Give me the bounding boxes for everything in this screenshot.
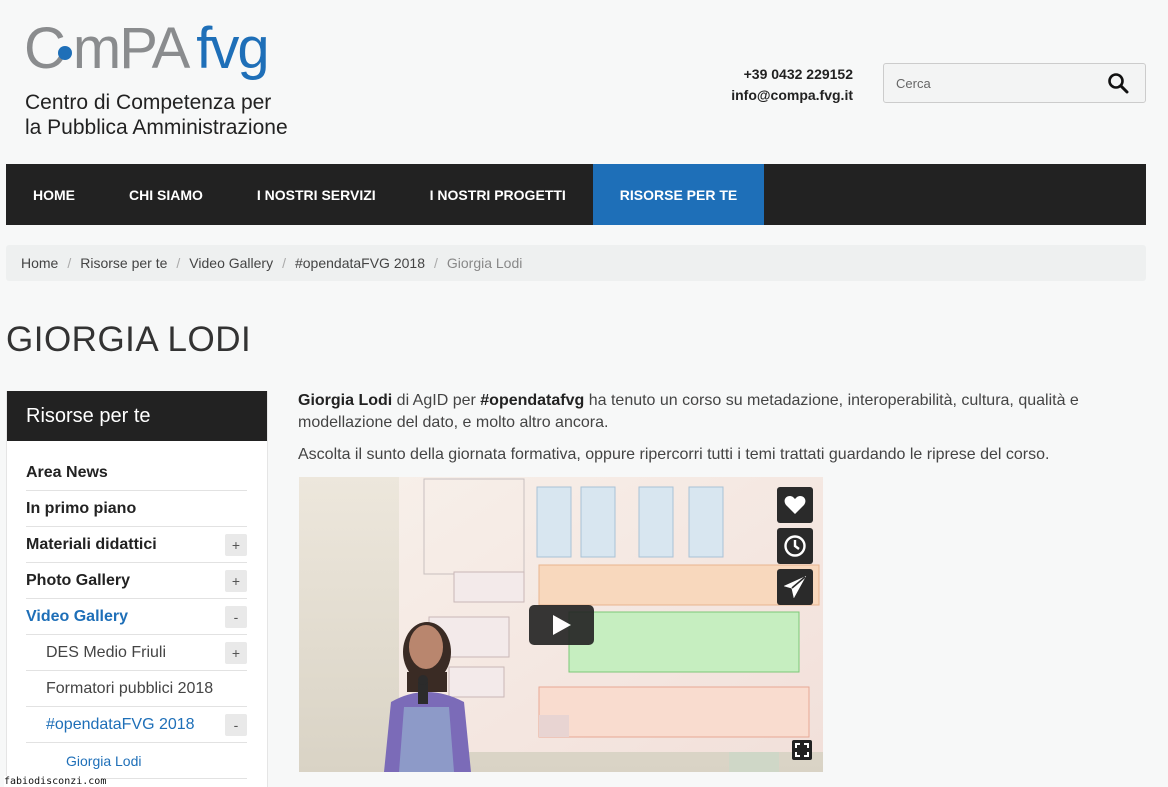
- nav-chi-siamo[interactable]: CHI SIAMO: [102, 164, 230, 225]
- page-title: GIORGIA LODI: [6, 320, 252, 359]
- share-button[interactable]: [777, 569, 813, 605]
- contact-phone[interactable]: +39 0432 229152: [731, 64, 853, 85]
- sidebar-heading: Risorse per te: [7, 391, 267, 441]
- sidebar-item-photo-gallery[interactable]: Photo Gallery +: [26, 563, 247, 599]
- sidebar-item-label: Video Gallery: [26, 607, 128, 625]
- search-box: [883, 63, 1146, 103]
- video-player[interactable]: [299, 477, 823, 772]
- expand-toggle-button[interactable]: +: [225, 534, 247, 556]
- breadcrumb-opendata[interactable]: #opendataFVG 2018: [295, 255, 425, 271]
- search-button[interactable]: [1107, 72, 1129, 94]
- logo-wordmark: CmPA fvg: [24, 20, 270, 78]
- nav-risorse[interactable]: RISORSE PER TE: [592, 164, 765, 225]
- sidebar-item-label: #opendataFVG 2018: [46, 715, 195, 733]
- breadcrumb-current: Giorgia Lodi: [446, 255, 523, 271]
- main-nav: HOME CHI SIAMO I NOSTRI SERVIZI I NOSTRI…: [6, 164, 1146, 225]
- hashtag: #opendatafvg: [480, 392, 585, 409]
- logo-subtitle-line1: Centro di Competenza per: [25, 91, 272, 114]
- breadcrumb-risorse[interactable]: Risorse per te: [80, 255, 167, 271]
- send-icon: [784, 576, 806, 598]
- sidebar-item-label: Area News: [26, 463, 108, 481]
- expand-toggle-button[interactable]: +: [225, 570, 247, 592]
- nav-progetti[interactable]: I NOSTRI PROGETTI: [403, 164, 593, 225]
- breadcrumb-separator: /: [176, 255, 181, 271]
- contact-email[interactable]: info@compa.fvg.it: [731, 85, 853, 106]
- collapse-toggle-button[interactable]: -: [225, 606, 247, 628]
- collapse-toggle-button[interactable]: -: [225, 714, 247, 736]
- logo-part-mpa: mPA: [72, 16, 190, 81]
- sidebar-item-formatori[interactable]: Formatori pubblici 2018: [26, 671, 247, 707]
- play-icon: [552, 615, 571, 635]
- sidebar-item-video-gallery[interactable]: Video Gallery -: [26, 599, 247, 635]
- breadcrumb-home[interactable]: Home: [21, 255, 58, 271]
- logo-part-c: C: [24, 16, 66, 81]
- watch-later-button[interactable]: [777, 528, 813, 564]
- sidebar-item-giorgia-lodi[interactable]: Giorgia Lodi: [26, 743, 247, 779]
- breadcrumb-video-gallery[interactable]: Video Gallery: [189, 255, 273, 271]
- watermark-text: fabiodisconzi.com: [4, 776, 107, 787]
- site-logo[interactable]: CmPA fvg Centro di Competenza per la Pubb…: [24, 20, 324, 145]
- search-icon: [1108, 73, 1129, 94]
- play-button[interactable]: [529, 605, 594, 645]
- logo-subtitle: Centro di Competenza per la Pubblica Amm…: [25, 90, 288, 140]
- sidebar-item-in-primo-piano[interactable]: In primo piano: [26, 491, 247, 527]
- sidebar-item-label: Photo Gallery: [26, 571, 131, 589]
- expand-toggle-button[interactable]: +: [225, 642, 247, 664]
- sidebar-item-label: In primo piano: [26, 499, 137, 517]
- heart-icon: [784, 496, 806, 514]
- fullscreen-icon: [795, 743, 809, 757]
- clock-icon: [784, 535, 806, 557]
- page: CmPA fvg Centro di Competenza per la Pubb…: [0, 0, 1168, 787]
- sidebar-item-area-news[interactable]: Area News: [26, 455, 247, 491]
- nav-home[interactable]: HOME: [6, 164, 102, 225]
- header-contacts: +39 0432 229152 info@compa.fvg.it: [731, 64, 853, 106]
- speaker-name: Giorgia Lodi: [298, 392, 393, 409]
- like-button[interactable]: [777, 487, 813, 523]
- breadcrumb: Home / Risorse per te / Video Gallery / …: [6, 245, 1146, 281]
- sidebar-item-label: Materiali didattici: [26, 535, 157, 553]
- sidebar-item-materiali[interactable]: Materiali didattici +: [26, 527, 247, 563]
- article-paragraph-2: Ascolta il sunto della giornata formativ…: [298, 446, 1050, 463]
- logo-subtitle-line2: la Pubblica Amministrazione: [25, 116, 288, 139]
- breadcrumb-separator: /: [282, 255, 286, 271]
- nav-servizi[interactable]: I NOSTRI SERVIZI: [230, 164, 403, 225]
- text-span: di AgID per: [392, 392, 481, 409]
- search-input[interactable]: [884, 64, 1094, 102]
- sidebar-item-label: DES Medio Friuli: [46, 643, 167, 661]
- breadcrumb-separator: /: [67, 255, 72, 271]
- article-body: Giorgia Lodi di AgID per #opendatafvg ha…: [298, 390, 1128, 476]
- logo-part-fvg: fvg: [196, 16, 269, 81]
- article-paragraph-1: Giorgia Lodi di AgID per #opendatafvg ha…: [298, 390, 1128, 434]
- sidebar-item-opendatafvg[interactable]: #opendataFVG 2018 -: [26, 707, 247, 743]
- sidebar: Risorse per te Area News In primo piano …: [6, 391, 268, 787]
- logo-dot-icon: [57, 45, 72, 60]
- sidebar-menu: Area News In primo piano Materiali didat…: [7, 441, 267, 779]
- sidebar-item-des-medio-friuli[interactable]: DES Medio Friuli +: [26, 635, 247, 671]
- sidebar-item-label: Giorgia Lodi: [66, 752, 142, 769]
- sidebar-item-label: Formatori pubblici 2018: [46, 679, 214, 697]
- breadcrumb-separator: /: [433, 255, 438, 271]
- fullscreen-button[interactable]: [792, 740, 812, 760]
